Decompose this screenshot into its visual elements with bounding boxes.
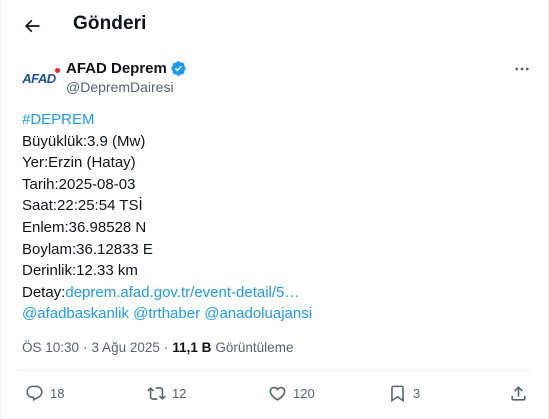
- back-button[interactable]: [19, 13, 45, 39]
- logo-dot: [54, 67, 60, 73]
- author-handle[interactable]: @DepremDairesi: [66, 79, 174, 95]
- more-icon: [515, 67, 529, 71]
- meta-separator: ·: [83, 340, 88, 355]
- longitude-line: Boylam:36.12833 E: [22, 240, 153, 258]
- post-text: #DEPREM Büyüklük:3.9 (Mw) Yer:Erzin (Hat…: [22, 109, 312, 325]
- reply-icon: [26, 385, 43, 402]
- repost-count: 12: [172, 386, 187, 401]
- depth-line: Derinlik:12.33 km: [22, 262, 138, 280]
- arrow-left-icon: [24, 19, 40, 33]
- repost-icon: [147, 387, 166, 400]
- verified-badge-icon: [170, 60, 187, 77]
- place-line: Yer:Erzin (Hatay): [22, 154, 136, 172]
- mention-link[interactable]: @afadbaskanlik: [22, 305, 129, 322]
- mention-link[interactable]: @trthaber: [133, 305, 200, 322]
- divider: [17, 370, 532, 371]
- author-name[interactable]: AFAD Deprem: [66, 60, 167, 77]
- top-bar: Gönderi: [1, 0, 548, 50]
- afad-logo: AFAD: [22, 67, 60, 86]
- bookmark-count: 3: [413, 386, 421, 401]
- reply-count: 18: [50, 386, 65, 401]
- detail-link[interactable]: deprem.afad.gov.tr/event-detail/5…: [65, 284, 299, 301]
- avatar[interactable]: AFAD: [19, 58, 60, 98]
- share-button[interactable]: [509, 384, 528, 403]
- like-count: 120: [293, 386, 315, 401]
- page-title: Gönderi: [73, 13, 147, 34]
- post-date[interactable]: 3 Ağu 2025: [92, 340, 160, 355]
- hashtag-link[interactable]: #DEPREM: [22, 111, 95, 128]
- like-button[interactable]: 120: [268, 384, 315, 403]
- magnitude-line: Büyüklük:3.9 (Mw): [22, 132, 146, 150]
- share-icon: [511, 386, 526, 401]
- date-line: Tarih:2025-08-03: [22, 175, 136, 193]
- mention-link[interactable]: @anadoluajansi: [204, 305, 312, 322]
- views-count: 11,1 B: [172, 340, 212, 355]
- post-meta: ÖS 10:30 · 3 Ağu 2025 · 11,1 B Görüntüle…: [22, 340, 293, 355]
- bookmark-icon: [391, 385, 404, 403]
- post-detail-page: Gönderi AFAD AFAD Deprem @DepremDairesi …: [0, 0, 549, 419]
- repost-button[interactable]: 12: [147, 384, 186, 403]
- meta-separator: ·: [163, 340, 169, 355]
- detail-label: Detay:: [22, 283, 66, 301]
- reply-button[interactable]: 18: [25, 384, 64, 403]
- detail-line: Detay:deprem.afad.gov.tr/event-detail/5…: [22, 282, 312, 304]
- action-bar: 18 12 120 3: [1, 380, 548, 410]
- latitude-line: Enlem:36.98528 N: [22, 218, 147, 236]
- views-label: Görüntüleme: [215, 340, 294, 355]
- heart-icon: [269, 386, 286, 401]
- more-options-button[interactable]: [509, 58, 535, 80]
- mentions-line: @afadbaskanlik @trthaber @anadoluajansi: [22, 303, 312, 325]
- time-line: Saat:22:25:54 TSİ: [22, 197, 143, 215]
- bookmark-button[interactable]: 3: [388, 384, 420, 403]
- post-time[interactable]: ÖS 10:30: [22, 340, 79, 355]
- author-name-row: AFAD Deprem: [66, 60, 187, 77]
